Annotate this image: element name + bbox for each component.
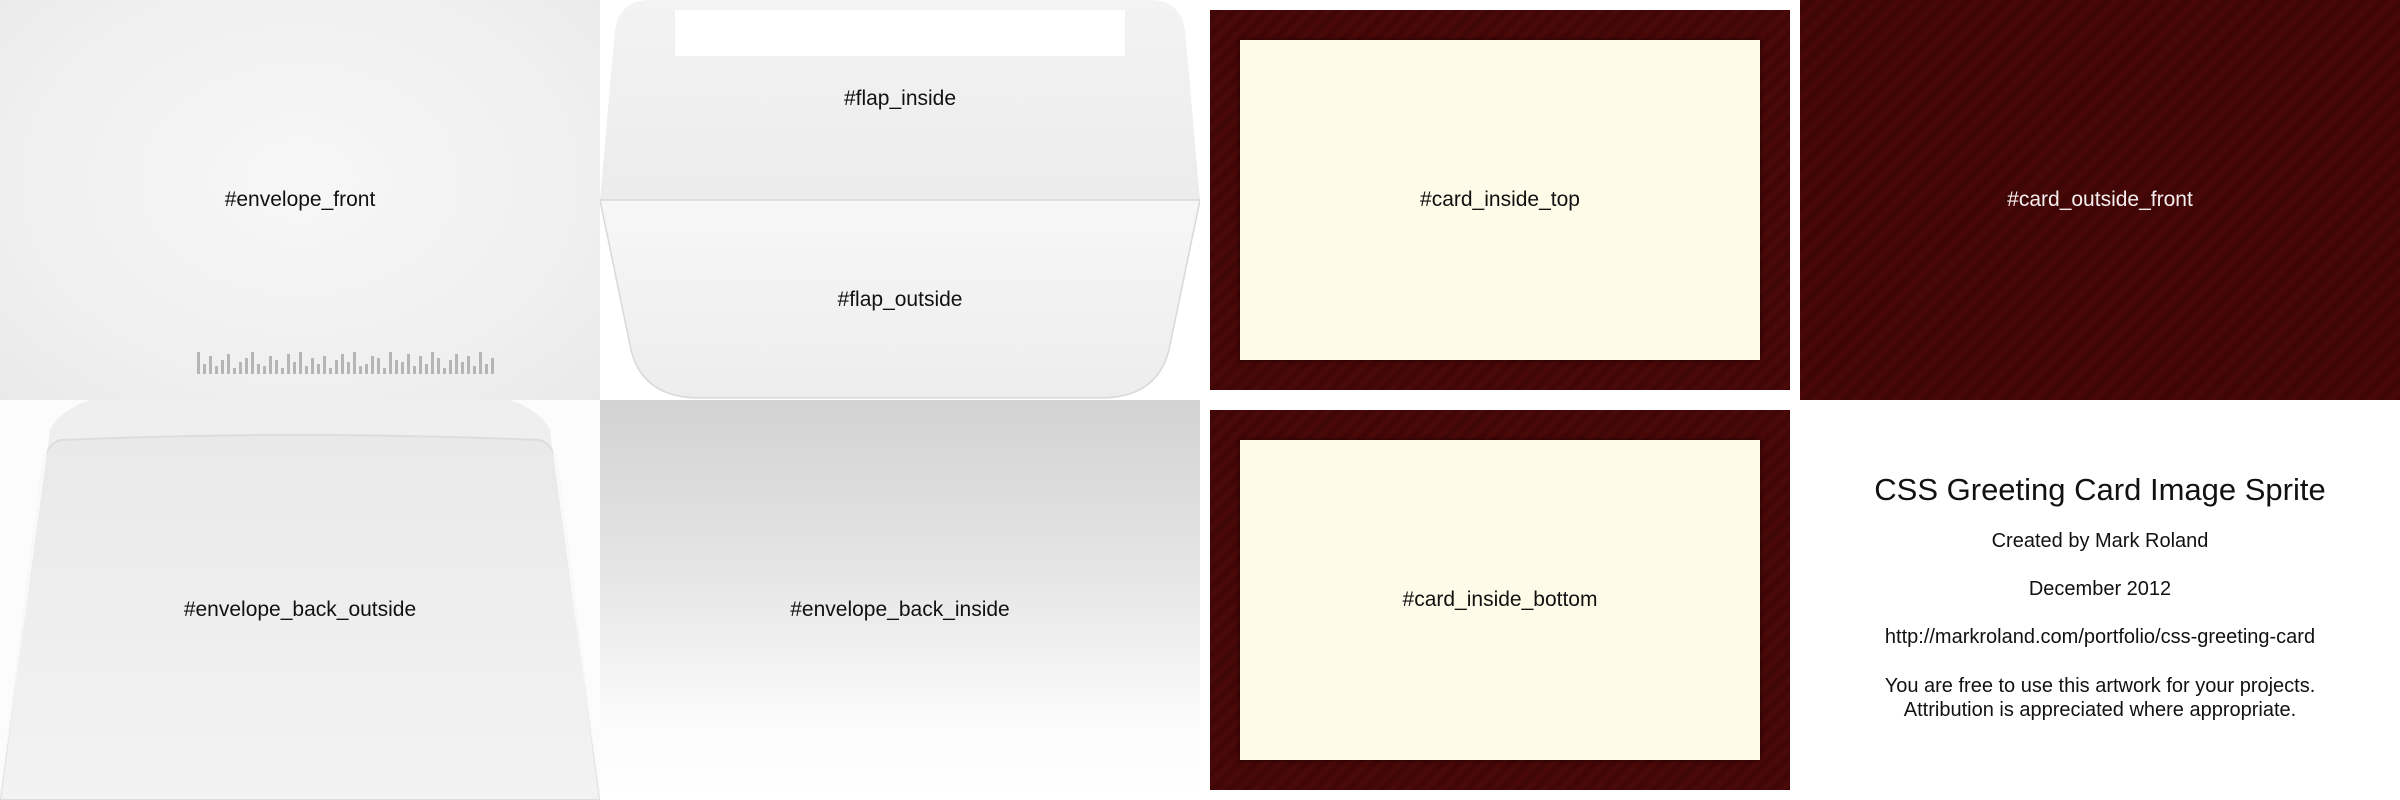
flap-outside-label: #flap_outside bbox=[837, 288, 963, 311]
card-inside-bottom-panel: #card_inside_bottom bbox=[1200, 400, 1800, 800]
barcode-bar bbox=[401, 362, 404, 374]
credits-title: CSS Greeting Card Image Sprite bbox=[1874, 472, 2326, 507]
barcode-bar bbox=[431, 352, 434, 374]
envelope-flap-panel: #flap_inside #flap_outside bbox=[600, 0, 1200, 400]
barcode-bar bbox=[347, 362, 350, 374]
barcode-bar bbox=[269, 356, 272, 374]
barcode-bar bbox=[383, 368, 386, 374]
barcode-bar bbox=[371, 356, 374, 374]
barcode-bar bbox=[455, 354, 458, 374]
barcode-bar bbox=[209, 356, 212, 374]
barcode-bar bbox=[467, 356, 470, 374]
barcode-bar bbox=[221, 360, 224, 374]
barcode-bar bbox=[419, 356, 422, 374]
credits-date: December 2012 bbox=[2028, 578, 2172, 600]
credits-url: http://markroland.com/portfolio/css-gree… bbox=[1884, 626, 2316, 648]
barcode-bar bbox=[485, 364, 488, 374]
credits-panel: CSS Greeting Card Image Sprite Created b… bbox=[1800, 400, 2400, 800]
barcode-bar bbox=[377, 358, 380, 374]
barcode-bar bbox=[251, 352, 254, 374]
barcode-bar bbox=[437, 358, 440, 374]
credits-license: You are free to use this artwork for you… bbox=[1800, 674, 2400, 722]
card-outside-front-panel: #card_outside_front bbox=[1800, 0, 2400, 400]
credits-author: Created by Mark Roland bbox=[1991, 530, 2209, 552]
barcode-bar bbox=[197, 352, 200, 374]
envelope-front-panel: #envelope_front bbox=[0, 0, 600, 400]
credits-license-line-2: Attribution is appreciated where appropr… bbox=[1903, 699, 2297, 721]
barcode-bar bbox=[245, 358, 248, 374]
barcode-bar bbox=[317, 364, 320, 374]
barcode-bar bbox=[299, 352, 302, 374]
postal-barcode bbox=[197, 352, 570, 374]
barcode-bar bbox=[275, 360, 278, 374]
barcode-bar bbox=[479, 352, 482, 374]
barcode-bar bbox=[293, 362, 296, 374]
flap-seal-strip bbox=[675, 10, 1125, 56]
barcode-bar bbox=[329, 368, 332, 374]
barcode-bar bbox=[461, 362, 464, 374]
barcode-bar bbox=[365, 364, 368, 374]
barcode-bar bbox=[311, 358, 314, 374]
barcode-bar bbox=[281, 368, 284, 374]
barcode-bar bbox=[473, 366, 476, 374]
barcode-bar bbox=[407, 354, 410, 374]
barcode-bar bbox=[425, 364, 428, 374]
barcode-bar bbox=[335, 360, 338, 374]
barcode-bar bbox=[395, 360, 398, 374]
barcode-bar bbox=[449, 360, 452, 374]
barcode-bar bbox=[215, 366, 218, 374]
barcode-bar bbox=[257, 364, 260, 374]
card-outside-front-label: #card_outside_front bbox=[2007, 188, 2193, 211]
flap-inside-label: #flap_inside bbox=[843, 87, 957, 110]
envelope-flap-shape bbox=[600, 0, 1200, 399]
barcode-bar bbox=[359, 366, 362, 374]
barcode-bar bbox=[305, 366, 308, 374]
credits-license-line-1: You are free to use this artwork for you… bbox=[1884, 675, 2316, 697]
barcode-bar bbox=[203, 364, 206, 374]
barcode-bar bbox=[341, 354, 344, 374]
barcode-bar bbox=[287, 354, 290, 374]
envelope-back-inside-panel: #envelope_back_inside bbox=[600, 400, 1200, 800]
envelope-back-outside-panel: #envelope_back_outside bbox=[0, 400, 600, 800]
envelope-back-outside-label: #envelope_back_outside bbox=[183, 598, 417, 621]
barcode-bar bbox=[443, 368, 446, 374]
barcode-bar bbox=[233, 368, 236, 374]
barcode-bar bbox=[353, 352, 356, 374]
card-inside-top-label: #card_inside_top bbox=[1420, 188, 1580, 211]
envelope-back-inside-label: #envelope_back_inside bbox=[790, 598, 1010, 621]
barcode-bar bbox=[491, 358, 494, 374]
barcode-bar bbox=[263, 366, 266, 374]
barcode-bar bbox=[413, 366, 416, 374]
barcode-bar bbox=[323, 356, 326, 374]
barcode-bar bbox=[389, 352, 392, 374]
image-sprite-sheet: #envelope_front #flap_inside #flap_outsi… bbox=[0, 0, 2400, 800]
card-inside-bottom-label: #card_inside_bottom bbox=[1402, 588, 1598, 611]
barcode-bar bbox=[239, 362, 242, 374]
barcode-bar bbox=[227, 354, 230, 374]
card-inside-top-panel: #card_inside_top bbox=[1200, 0, 1800, 400]
envelope-front-label: #envelope_front bbox=[224, 188, 376, 211]
